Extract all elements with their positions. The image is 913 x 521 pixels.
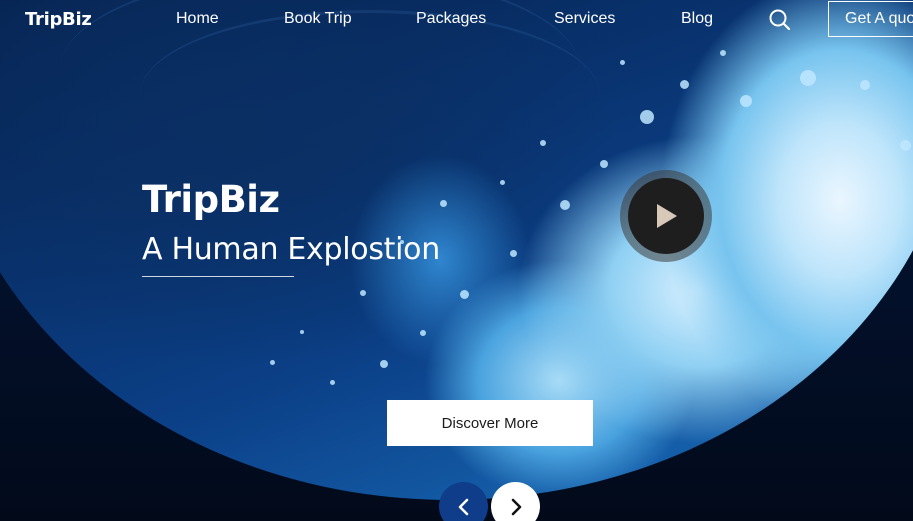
- play-icon: [657, 204, 677, 228]
- nav-item-book-trip[interactable]: Book Trip: [284, 10, 352, 28]
- chevron-left-icon: [458, 498, 468, 515]
- site-logo[interactable]: TripBiz: [25, 9, 92, 30]
- chevron-right-icon: [511, 498, 521, 515]
- discover-more-button[interactable]: Discover More: [387, 400, 593, 446]
- nav-item-blog[interactable]: Blog: [681, 10, 713, 28]
- hero-divider: [142, 276, 294, 277]
- nav-item-home[interactable]: Home: [176, 10, 219, 28]
- top-navigation: TripBiz Home Book Trip Packages Services…: [0, 0, 913, 38]
- search-icon[interactable]: [768, 8, 792, 32]
- nav-item-packages[interactable]: Packages: [416, 10, 486, 28]
- hero-title: TripBiz: [142, 178, 280, 221]
- hero-subtitle: A Human Explostion: [142, 232, 440, 267]
- play-video-button[interactable]: [628, 178, 704, 254]
- get-a-quote-button[interactable]: Get A quote: [828, 1, 913, 37]
- nav-item-services[interactable]: Services: [554, 10, 615, 28]
